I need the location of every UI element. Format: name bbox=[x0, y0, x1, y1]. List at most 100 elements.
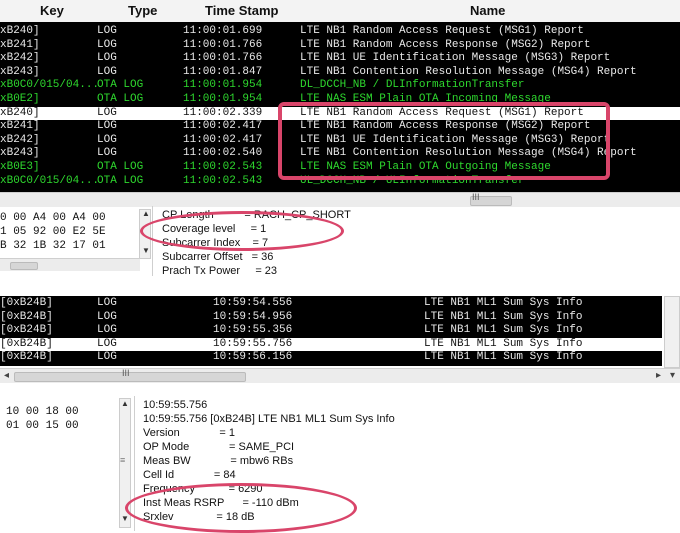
cell-type: LOG bbox=[97, 351, 117, 364]
text-line: Version = 1 bbox=[143, 427, 236, 439]
cell-type: LOG bbox=[97, 120, 117, 133]
table-row[interactable]: xB240] LOG 11:00:01.699 LTE NB1 Random Acce… bbox=[0, 25, 680, 38]
cell-type: OTA LOG bbox=[97, 93, 144, 105]
scroll-down-icon-2[interactable]: ▼ bbox=[121, 514, 129, 523]
cell-type: OTA LOG bbox=[97, 161, 144, 173]
text-line: Cell Id = 84 bbox=[143, 469, 236, 481]
cell-type: LOG bbox=[97, 310, 117, 323]
top-hex-pane: 0 00 A4 00 A4 00 1 05 92 00 E2 5E B 32 1B … bbox=[0, 211, 106, 253]
cell-key: xB240] bbox=[0, 25, 40, 37]
cell-key: xB240] bbox=[0, 106, 40, 119]
scroll-up-icon-2[interactable]: ▲ bbox=[121, 399, 129, 408]
dropdown-chevron-icon[interactable]: ▾ bbox=[670, 370, 675, 381]
text-line: 10:59:55.756 bbox=[143, 399, 208, 411]
table-row[interactable]: xB241] LOG 11:00:01.766 LTE NB1 Random Acce… bbox=[0, 39, 680, 52]
top-horizontal-scrollbar[interactable]: III bbox=[0, 192, 680, 207]
cell-type: LOG bbox=[97, 106, 117, 119]
cell-key: xB241] bbox=[0, 120, 40, 133]
cell-key: xB0C0/015/04... bbox=[0, 174, 100, 187]
cell-key: [0xB24B] bbox=[0, 310, 53, 323]
highlight-ellipse-rsrp bbox=[125, 483, 357, 533]
cell-time: 11:00:01.954 bbox=[183, 93, 263, 105]
cell-time: 11:00:02.540 bbox=[183, 147, 263, 160]
cell-name: LTE NB1 ML1 Sum Sys Info bbox=[424, 337, 583, 350]
cell-name: DL_DCCH_NB / DLInformationTransfer bbox=[300, 79, 525, 92]
cell-time: 11:00:02.339 bbox=[183, 106, 263, 119]
cell-key: xB243] bbox=[0, 65, 40, 78]
highlight-box-msg-sequence bbox=[278, 102, 610, 180]
scroll-left-icon[interactable]: ◂ bbox=[4, 370, 9, 381]
text-line: OP Mode = SAME_PCI bbox=[143, 441, 295, 453]
cell-name: LTE NB1 ML1 Sum Sys Info bbox=[424, 324, 583, 337]
cell-key: [0xB24B] bbox=[0, 324, 53, 337]
cell-time: 10:59:54.556 bbox=[213, 297, 293, 309]
cell-name: LTE NB1 Random Access Response (MSG2) Re… bbox=[300, 38, 591, 51]
table-row[interactable]: [0xB24B] LOG 10:59:54.956 LTE NB1 ML1 Sum S… bbox=[0, 311, 680, 324]
bottom-table-vscrollbar[interactable] bbox=[664, 296, 680, 368]
cell-time: 11:00:01.766 bbox=[183, 38, 263, 51]
text-line: B 32 1B 32 17 01 bbox=[0, 240, 106, 252]
scroll-right-icon[interactable]: ▸ bbox=[656, 370, 661, 381]
cell-key: xB0E3] bbox=[0, 161, 40, 173]
cell-key: xB0C0/015/04... bbox=[0, 79, 100, 92]
cell-time: 11:00:01.699 bbox=[183, 25, 263, 37]
cell-time: 11:00:01.766 bbox=[183, 52, 263, 65]
text-line: 1 05 92 00 E2 5E bbox=[0, 226, 106, 238]
table-row[interactable]: xB243] LOG 11:00:01.847 LTE NB1 Contention … bbox=[0, 66, 680, 79]
bottom-scrollbar-thumb[interactable] bbox=[14, 372, 246, 382]
bottom-hex-pane: 10 00 18 00 01 00 15 00 bbox=[6, 405, 79, 433]
cell-time: 11:00:02.543 bbox=[183, 174, 263, 187]
cell-time: 10:59:55.756 bbox=[213, 337, 293, 350]
cell-key: xB243] bbox=[0, 147, 40, 160]
cell-key: xB0E2] bbox=[0, 93, 40, 105]
table-row[interactable]: xB0C0/015/04... OTA LOG 11:00:01.954 DL_DCC… bbox=[0, 79, 680, 92]
scroll-grip-icon-3: ≡ bbox=[120, 455, 126, 465]
cell-time: 11:00:01.954 bbox=[183, 79, 263, 92]
text-line: 10 00 18 00 bbox=[6, 406, 79, 418]
cell-type: LOG bbox=[97, 337, 117, 350]
scroll-grip-icon: III bbox=[472, 192, 480, 202]
cell-type: LOG bbox=[97, 324, 117, 337]
cell-time: 11:00:02.417 bbox=[183, 133, 263, 146]
text-line: Prach Tx Power = 23 bbox=[162, 265, 278, 277]
col-time-header[interactable]: Time Stamp bbox=[205, 3, 278, 18]
scroll-grip-icon-2: III bbox=[122, 368, 130, 378]
cell-type: LOG bbox=[97, 38, 117, 51]
col-name-header[interactable]: Name bbox=[470, 3, 505, 18]
table-row[interactable]: xB242] LOG 11:00:01.766 LTE NB1 UE Identifi… bbox=[0, 52, 680, 65]
cell-key: [0xB24B] bbox=[0, 297, 53, 309]
cell-key: [0xB24B] bbox=[0, 337, 53, 350]
bottom-horizontal-scrollbar[interactable]: ◂ III ▸ ▾ bbox=[0, 368, 680, 383]
cell-time: 10:59:54.956 bbox=[213, 310, 293, 323]
col-key-header[interactable]: Key bbox=[40, 3, 64, 18]
cell-key: xB242] bbox=[0, 133, 40, 146]
cell-name: LTE NB1 Random Access Request (MSG1) Rep… bbox=[300, 25, 584, 37]
cell-type: LOG bbox=[97, 297, 117, 309]
highlight-ellipse-coverage bbox=[140, 211, 344, 251]
table-row[interactable]: [0xB24B] LOG 10:59:54.556 LTE NB1 ML1 Sum S… bbox=[0, 297, 680, 310]
col-type-header[interactable]: Type bbox=[128, 3, 157, 18]
table-row[interactable]: [0xB24B] LOG 10:59:56.156 LTE NB1 ML1 Sum S… bbox=[0, 351, 680, 364]
log-table-bottom: [0xB24B] LOG 10:59:54.556 LTE NB1 ML1 Sum S… bbox=[0, 296, 680, 366]
table-row[interactable]: [0xB24B] LOG 10:59:55.356 LTE NB1 ML1 Sum S… bbox=[0, 324, 680, 337]
cell-name: LTE NB1 ML1 Sum Sys Info bbox=[424, 297, 583, 309]
cell-name: LTE NB1 UE Identification Message (MSG3)… bbox=[300, 52, 611, 65]
scroll-down-icon[interactable]: ▼ bbox=[142, 246, 150, 255]
hex-scroll-thumb[interactable] bbox=[10, 262, 38, 270]
table-row[interactable]: [0xB24B] LOG 10:59:55.756 LTE NB1 ML1 Sum S… bbox=[0, 337, 680, 351]
text-line: 0 00 A4 00 A4 00 bbox=[0, 212, 106, 224]
cell-name: LTE NB1 ML1 Sum Sys Info bbox=[424, 310, 583, 323]
cell-key: [0xB24B] bbox=[0, 351, 53, 364]
cell-time: 11:00:02.543 bbox=[183, 161, 263, 173]
cell-type: LOG bbox=[97, 147, 117, 160]
hex-horizontal-scrollbar[interactable] bbox=[0, 258, 140, 271]
scroll-up-icon[interactable]: ▲ bbox=[142, 209, 150, 218]
cell-time: 10:59:56.156 bbox=[213, 351, 293, 364]
text-line: Meas BW = mbw6 RBs bbox=[143, 455, 294, 467]
text-line: 01 00 15 00 bbox=[6, 420, 79, 432]
text-line: Subcarrer Offset = 36 bbox=[162, 251, 274, 263]
cell-time: 10:59:55.356 bbox=[213, 324, 293, 337]
text-line: 10:59:55.756 [0xB24B] LTE NB1 ML1 Sum Sy… bbox=[143, 413, 395, 425]
cell-type: LOG bbox=[97, 65, 117, 78]
cell-name: LTE NB1 Contention Resolution Message (M… bbox=[300, 65, 637, 78]
